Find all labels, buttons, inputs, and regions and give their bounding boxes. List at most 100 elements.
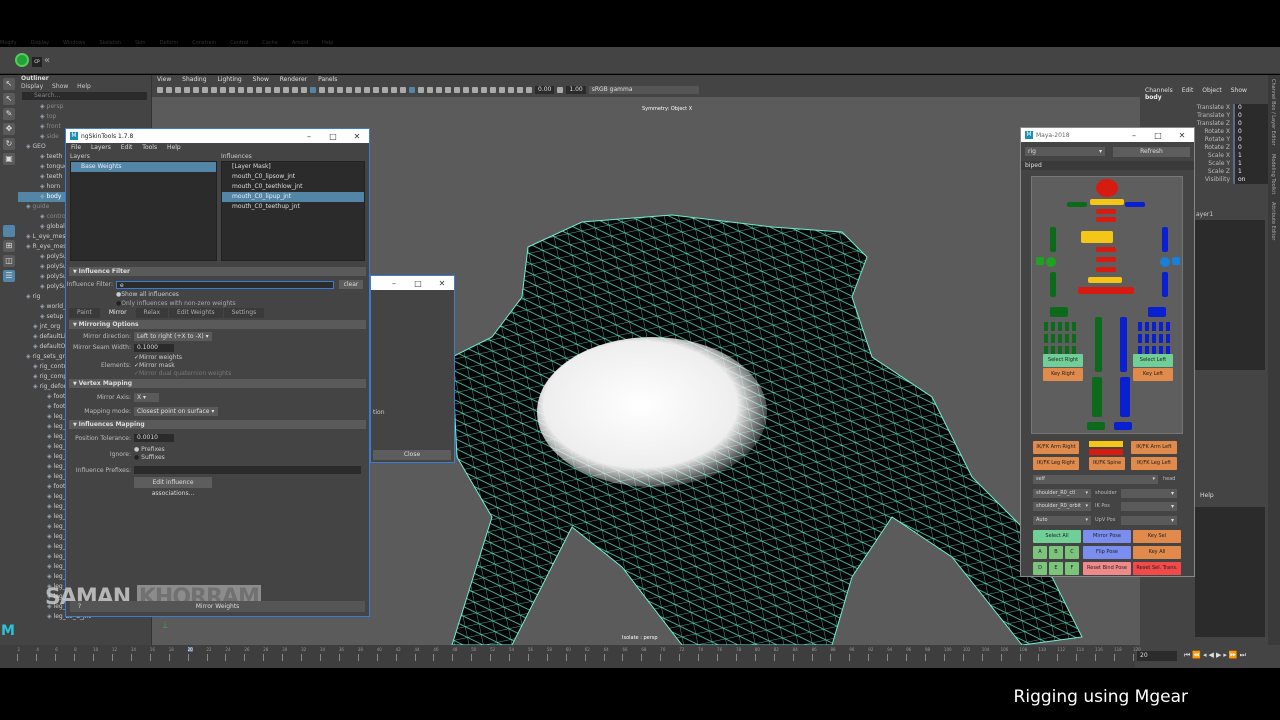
viewport-tool-icon[interactable] xyxy=(373,86,379,93)
finger-control-shape[interactable] xyxy=(1051,322,1055,331)
ikfk-arm-right-button[interactable]: IK/FK Arm Right xyxy=(1033,441,1079,454)
viewport-tool-icon[interactable] xyxy=(454,86,460,93)
tab-relax[interactable]: Relax xyxy=(135,308,169,318)
channel-value[interactable]: 0 xyxy=(1233,120,1268,128)
influence-item[interactable]: [Layer Mask] xyxy=(222,162,364,172)
tab-settings[interactable]: Settings xyxy=(223,308,265,318)
finger-control-shape[interactable] xyxy=(1065,322,1069,331)
viewport-tool-icon[interactable] xyxy=(274,86,280,93)
minimize-icon[interactable]: – xyxy=(1122,131,1146,140)
rig-control-shape[interactable] xyxy=(1095,317,1102,372)
minimize-icon[interactable]: – xyxy=(297,132,321,141)
vp-menu-renderer[interactable]: Renderer xyxy=(280,76,307,83)
select-right-button[interactable]: Select Right xyxy=(1043,354,1083,367)
finger-control-shape[interactable] xyxy=(1058,334,1062,343)
finger-control-shape[interactable] xyxy=(1145,322,1149,331)
rig-control-shape[interactable] xyxy=(1120,317,1127,372)
viewport-tool-icon[interactable] xyxy=(247,86,253,93)
viewport-tool-icon[interactable] xyxy=(328,86,334,93)
key-right-button[interactable]: Key Right xyxy=(1043,368,1083,381)
channel-value[interactable]: 1 xyxy=(1233,152,1268,160)
step-back-key-icon[interactable]: ⏪ xyxy=(1192,651,1201,660)
viewport-tool-icon[interactable] xyxy=(463,86,469,93)
vp-menu-view[interactable]: View xyxy=(157,76,171,83)
maximize-icon[interactable]: □ xyxy=(321,132,345,141)
main-menu-item[interactable]: Skeleton xyxy=(99,40,121,46)
channel-row[interactable]: Translate Y0 xyxy=(1140,112,1268,120)
influence-item[interactable]: mouth_C0_teethlow_jnt xyxy=(222,182,364,192)
influences-mapping-section[interactable]: Influences Mapping xyxy=(69,420,366,429)
finger-control-shape[interactable] xyxy=(1044,334,1048,343)
menu-layers[interactable]: Layers xyxy=(91,144,111,151)
viewport-tool-icon[interactable] xyxy=(175,86,181,93)
viewport-tool-icon[interactable] xyxy=(472,86,478,93)
minimize-icon[interactable]: – xyxy=(382,279,406,288)
viewport-tool-icon[interactable] xyxy=(391,86,397,93)
main-menu-item[interactable]: Arnold xyxy=(292,40,308,46)
outliner-menu-help[interactable]: Help xyxy=(77,83,91,90)
viewport-tool-icon[interactable] xyxy=(436,86,442,93)
picker-select-4[interactable]: Auto ▾ xyxy=(1033,516,1091,525)
channel-menu-show[interactable]: Show xyxy=(1231,87,1247,94)
ikfk-leg-left-button[interactable]: IK/FK Leg Left xyxy=(1131,457,1177,470)
finger-control-shape[interactable] xyxy=(1145,334,1149,343)
rig-select[interactable]: rig ▾ xyxy=(1025,147,1105,156)
menu-file[interactable]: File xyxy=(71,144,81,151)
rig-control-shape[interactable] xyxy=(1067,202,1087,207)
main-menu-item[interactable]: Constrain xyxy=(192,40,216,46)
clear-button[interactable]: clear xyxy=(339,280,363,289)
finger-control-shape[interactable] xyxy=(1166,322,1170,331)
viewport-tool-icon[interactable] xyxy=(445,86,451,93)
influence-item[interactable]: mouth_C0_teethup_jnt xyxy=(222,202,364,212)
picker-select-2[interactable]: shoulder_R0_ctl ▾ xyxy=(1033,489,1091,498)
key-left-button[interactable]: Key Left xyxy=(1133,368,1173,381)
ikfk-spine-button[interactable]: IK/FK Spine xyxy=(1089,457,1125,470)
influence-item[interactable]: mouth_C0_lipup_jnt xyxy=(222,192,364,202)
channel-value[interactable]: 0 xyxy=(1233,136,1268,144)
finger-control-shape[interactable] xyxy=(1072,322,1076,331)
mirror-axis-select[interactable]: X ▾ xyxy=(134,392,159,402)
picker-titlebar[interactable]: M Maya-2018 – □ ✕ xyxy=(1021,128,1194,142)
rig-control-shape[interactable] xyxy=(1172,257,1180,265)
menu-edit[interactable]: Edit xyxy=(121,144,133,151)
lower-help-menu[interactable]: Help xyxy=(1200,492,1214,499)
key-all-button[interactable]: Key All xyxy=(1133,546,1181,559)
viewport-tool-icon[interactable] xyxy=(211,86,217,93)
vp-menu-panels[interactable]: Panels xyxy=(318,76,337,83)
rig-control-shape[interactable] xyxy=(1092,377,1102,417)
rig-control-shape[interactable] xyxy=(1087,422,1105,430)
viewport-tool-icon[interactable] xyxy=(202,86,208,93)
viewport-tool-icon[interactable] xyxy=(193,86,199,93)
rig-control-shape[interactable] xyxy=(1148,307,1166,317)
mirror-direction-select[interactable]: Left to right (+X to -X) ▾ xyxy=(134,332,212,341)
main-menu-item[interactable]: Deform xyxy=(160,40,179,46)
vp-menu-shading[interactable]: Shading xyxy=(182,76,206,83)
outliner-search-input[interactable]: Search... xyxy=(22,92,147,100)
outliner-item[interactable]: ◈ persp xyxy=(18,102,151,112)
viewport-tool-icon[interactable] xyxy=(310,86,316,93)
refresh-button[interactable]: Refresh xyxy=(1113,147,1190,157)
viewport-tool-icon[interactable] xyxy=(157,86,163,93)
time-slider[interactable]: 2 4 6 8 10 12 14 16 18 20 22 24 26 28 30 32 34 36 38 40 42 44… xyxy=(0,645,1141,668)
finger-control-shape[interactable] xyxy=(1159,322,1163,331)
viewport-tool-icon[interactable] xyxy=(220,86,226,93)
current-frame-field[interactable]: 20 xyxy=(1137,651,1177,661)
close-icon[interactable]: ✕ xyxy=(430,279,454,288)
reset-bind-button[interactable]: Reset Bind Pose xyxy=(1083,562,1131,575)
rig-control-shape[interactable] xyxy=(1114,422,1132,430)
flip-pose-button[interactable]: Flip Pose xyxy=(1083,546,1131,559)
viewport-tool-icon[interactable] xyxy=(301,86,307,93)
selection-set-a-button[interactable]: A xyxy=(1033,546,1047,559)
exposure-field[interactable]: 0.00 xyxy=(535,85,555,94)
influence-filter-section[interactable]: Influence Filter xyxy=(69,267,366,276)
selection-set-b-button[interactable]: B xyxy=(1049,546,1063,559)
tab-paint[interactable]: Paint xyxy=(69,308,100,318)
rig-control-shape[interactable] xyxy=(1160,257,1170,267)
layout-four-icon[interactable]: ⊞ xyxy=(3,240,15,252)
viewport-tool-icon[interactable] xyxy=(292,86,298,93)
step-forward-icon[interactable]: ▸ xyxy=(1223,651,1227,660)
rig-control-shape[interactable] xyxy=(1081,231,1113,243)
rig-control-shape[interactable] xyxy=(1162,227,1168,252)
ikfk-leg-right-button[interactable]: IK/FK Leg Right xyxy=(1033,457,1079,470)
channel-menu-edit[interactable]: Edit xyxy=(1182,87,1194,94)
